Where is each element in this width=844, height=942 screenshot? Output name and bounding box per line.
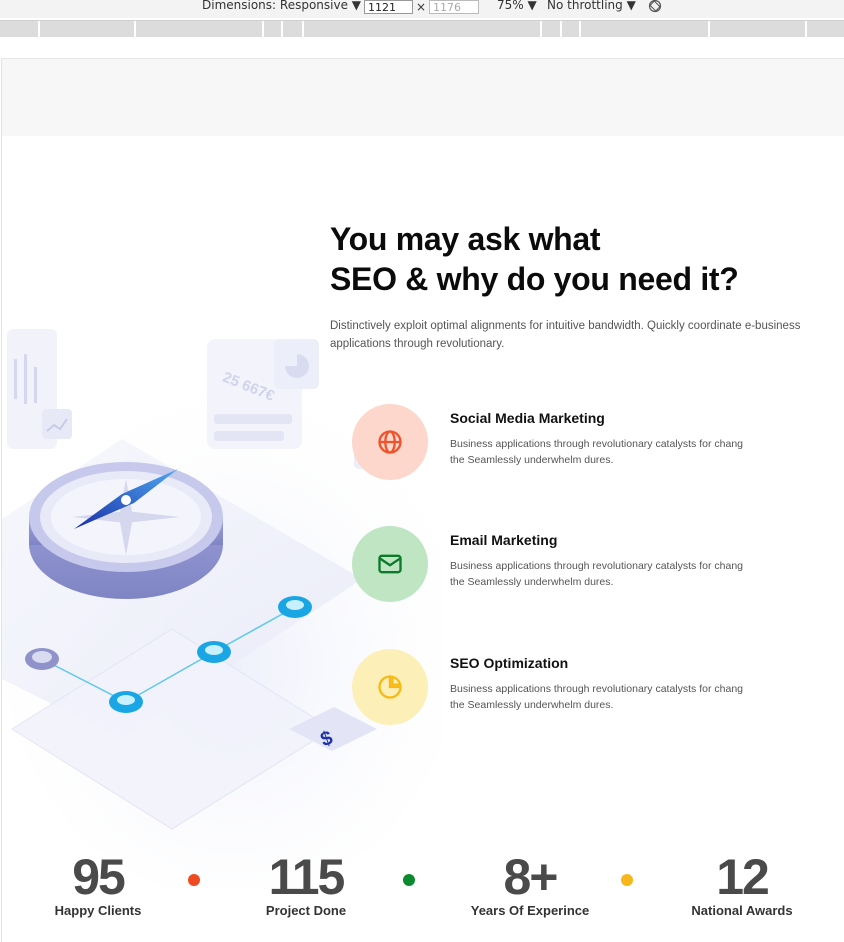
page-title: You may ask what SEO & why do you need i… — [330, 219, 739, 299]
feature-title: Email Marketing — [450, 532, 558, 548]
intro-paragraph: Distinctively exploit optimal alignments… — [330, 320, 801, 350]
stat-separator-dot — [403, 874, 415, 886]
stat-happy-clients: 95 Happy Clients — [13, 847, 183, 918]
devtools-toolbar: Dimensions: Responsive ▼ 1121 × 1176 75%… — [0, 0, 844, 18]
stat-project-done: 115 Project Done — [221, 847, 391, 918]
pie-chart-icon — [378, 675, 402, 699]
dimensions-dropdown[interactable]: Dimensions: Responsive ▼ — [202, 0, 361, 12]
page-viewport: 25 667€ $ You may ask what SEO & why do … — [1, 58, 844, 942]
stat-label: Project Done — [265, 903, 347, 918]
stat-number: 95 — [72, 849, 126, 905]
title-line-2: SEO & why do you need it? — [330, 261, 739, 297]
width-input[interactable]: 1121 — [364, 0, 413, 14]
feature-description: Business applications through revolution… — [450, 560, 743, 588]
times-symbol: × — [416, 0, 427, 14]
throttling-dropdown[interactable]: No throttling ▼ — [547, 0, 636, 12]
height-input[interactable]: 1176 — [429, 0, 479, 14]
feature-icon-circle — [352, 649, 428, 725]
feature-title: SEO Optimization — [450, 655, 569, 671]
zoom-dropdown[interactable]: 75% ▼ — [497, 0, 537, 12]
feature-seo-optimization: SEO Optimization Business applications t… — [352, 649, 832, 729]
stat-separator-dot — [621, 874, 633, 886]
stat-label: National Awards — [691, 903, 793, 918]
rotate-icon[interactable] — [648, 0, 662, 13]
stat-label: Years Of Experince — [470, 903, 590, 918]
feature-description: Business applications through revolution… — [450, 438, 743, 466]
mail-icon — [378, 554, 402, 574]
feature-email-marketing: Email Marketing Business applications th… — [352, 526, 832, 606]
header-band — [2, 59, 844, 136]
stat-number: 8+ — [503, 849, 558, 905]
media-query-ruler[interactable] — [0, 20, 844, 37]
stat-number: 12 — [716, 849, 770, 905]
feature-title: Social Media Marketing — [450, 410, 605, 426]
feature-description: Business applications through revolution… — [450, 683, 743, 711]
stat-national-awards: 12 National Awards — [657, 847, 827, 918]
feature-icon-circle — [352, 526, 428, 602]
stat-number: 115 — [268, 849, 346, 905]
stat-separator-dot — [188, 874, 200, 886]
feature-social-media-marketing: Social Media Marketing Business applicat… — [352, 404, 832, 484]
title-line-1: You may ask what — [330, 221, 601, 257]
feature-icon-circle — [352, 404, 428, 480]
stat-label: Happy Clients — [54, 903, 142, 918]
globe-icon — [378, 430, 402, 454]
stat-years-of-experience: 8+ Years Of Experince — [445, 847, 615, 918]
